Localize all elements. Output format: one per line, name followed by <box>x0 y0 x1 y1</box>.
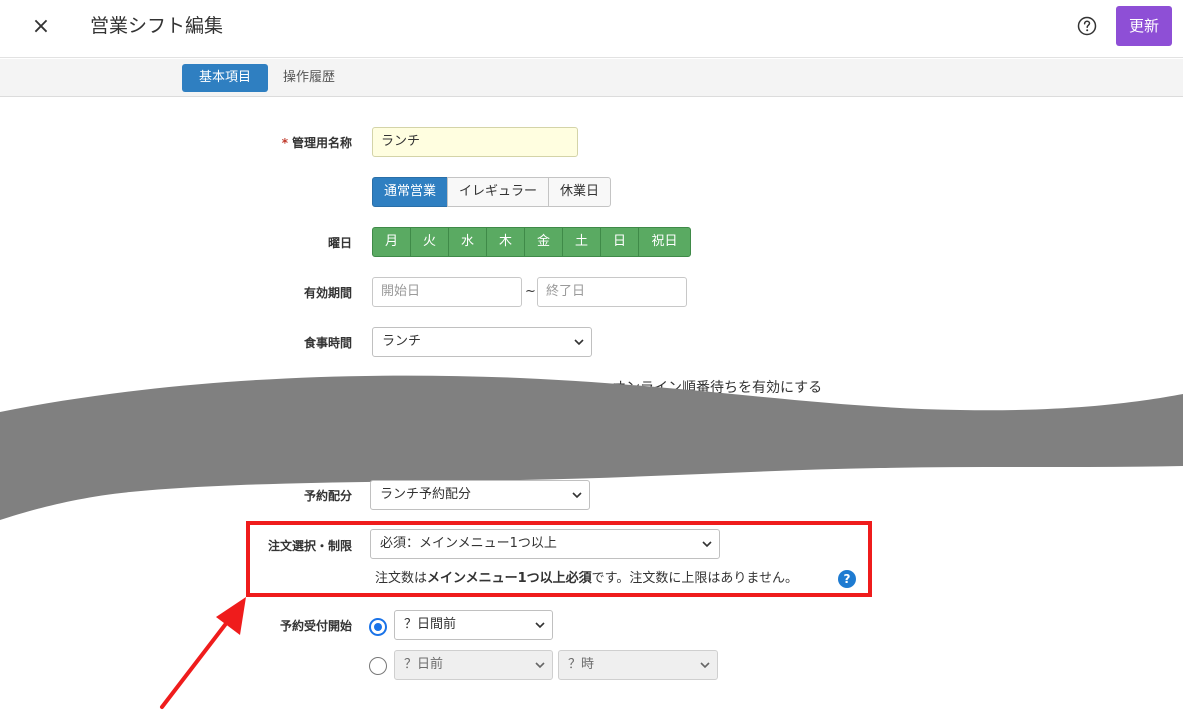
red-arrow-annotation <box>160 597 246 709</box>
segment-holiday[interactable]: 休業日 <box>548 177 612 207</box>
segment-irregular[interactable]: イレギュラー <box>447 177 550 207</box>
required-mark: * <box>281 136 288 150</box>
chevron-down-icon <box>572 492 582 499</box>
chevron-down-icon <box>574 339 584 346</box>
reservation-allocation-value: ランチ予約配分 <box>380 487 472 502</box>
day-fri[interactable]: 金 <box>524 227 563 257</box>
day-sun[interactable]: 日 <box>600 227 639 257</box>
meal-select-value: ランチ <box>382 334 422 349</box>
segment-regular[interactable]: 通常営業 <box>372 177 449 207</box>
name-label: * 管理用名称 <box>0 134 352 151</box>
hour-value: ？時 <box>568 657 595 672</box>
start-date-input[interactable]: 開始日 <box>372 277 522 307</box>
day-mon[interactable]: 月 <box>372 227 411 257</box>
period-separator: ~ <box>525 284 536 299</box>
reservation-allocation-select[interactable]: ランチ予約配分 <box>370 480 590 510</box>
name-input[interactable]: ランチ <box>372 127 578 157</box>
day-tue[interactable]: 火 <box>410 227 449 257</box>
update-button[interactable]: 更新 <box>1116 6 1172 46</box>
day-holiday[interactable]: 祝日 <box>638 227 691 257</box>
name-label-text: 管理用名称 <box>291 136 352 150</box>
reservation-start-radio-days[interactable] <box>369 618 387 636</box>
day-wed[interactable]: 水 <box>448 227 487 257</box>
torn-gap-divider <box>0 375 1183 520</box>
question-circle-icon[interactable] <box>1077 16 1097 36</box>
chevron-down-icon <box>535 622 545 629</box>
day-sat[interactable]: 土 <box>562 227 601 257</box>
page-title: 営業シフト編集 <box>90 15 224 37</box>
meal-select[interactable]: ランチ <box>372 327 592 357</box>
days-before-value: ？日間前 <box>404 617 457 632</box>
tab-bar: 基本項目 操作履歴 <box>0 59 1183 97</box>
meal-label: 食事時間 <box>303 336 352 350</box>
chevron-down-icon <box>535 662 545 669</box>
hour-select[interactable]: ？時 <box>558 650 718 680</box>
day-thu[interactable]: 木 <box>486 227 525 257</box>
header-bar: × 営業シフト編集 更新 <box>0 0 1183 58</box>
end-date-input[interactable]: 終了日 <box>537 277 687 307</box>
day-before-value: ？日前 <box>404 657 444 672</box>
day-before-select[interactable]: ？日前 <box>394 650 553 680</box>
weekday-toggles: 月 火 水 木 金 土 日 祝日 <box>372 227 691 257</box>
tab-operation-history[interactable]: 操作履歴 <box>283 64 335 92</box>
shift-type-segmented: 通常営業 イレギュラー 休業日 <box>372 177 612 207</box>
chevron-down-icon <box>700 662 710 669</box>
days-before-select[interactable]: ？日間前 <box>394 610 553 640</box>
weekday-label: 曜日 <box>327 236 352 250</box>
tab-basic-items[interactable]: 基本項目 <box>182 64 268 92</box>
reservation-start-radio-datetime[interactable] <box>369 657 387 675</box>
highlight-box <box>246 521 872 597</box>
period-label: 有効期間 <box>303 286 352 300</box>
close-button[interactable]: × <box>30 14 52 40</box>
reservation-allocation-label: 予約配分 <box>303 489 352 503</box>
